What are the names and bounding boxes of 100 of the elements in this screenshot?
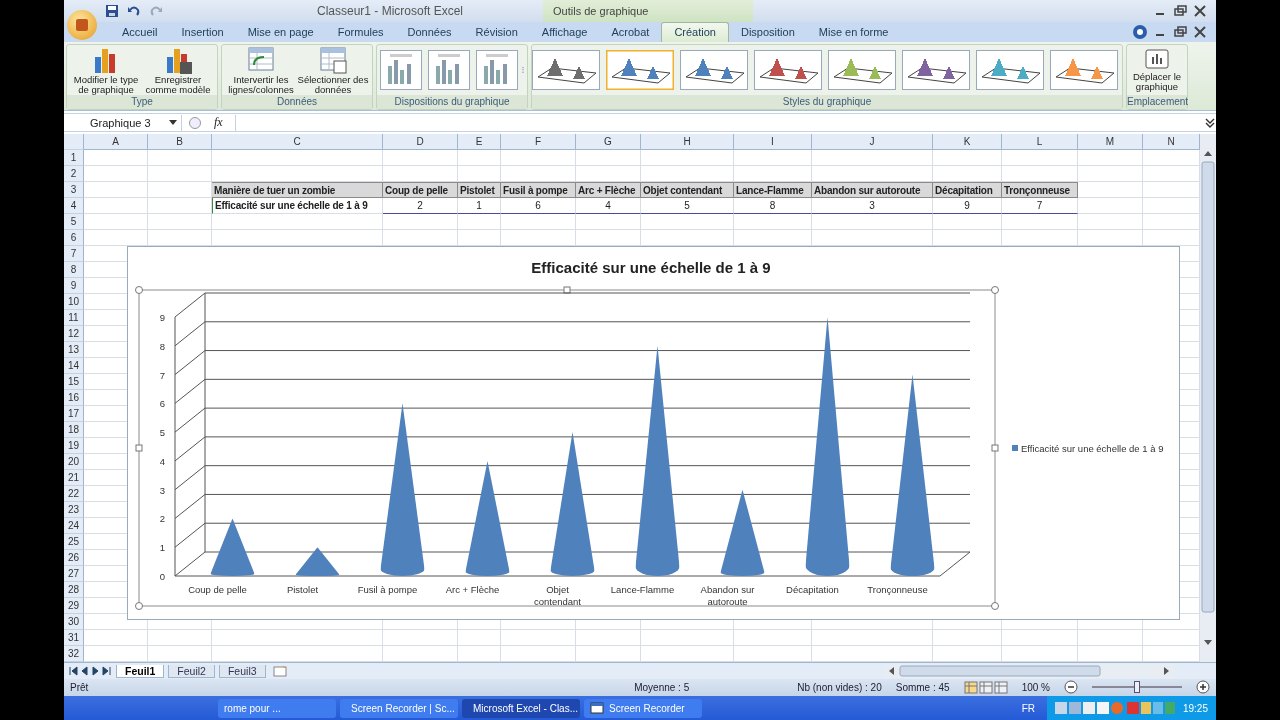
ribbon-tab[interactable]: Disposition [728, 23, 807, 42]
ribbon-tab[interactable]: Insertion [169, 23, 236, 42]
row-header[interactable]: 12 [64, 326, 84, 343]
chart-layout-thumbnail[interactable] [428, 50, 470, 90]
column-header[interactable]: H [641, 134, 734, 151]
chart-style-thumbnail[interactable] [754, 50, 822, 90]
view-button-icon[interactable] [978, 680, 993, 694]
taskbar-button[interactable]: rome pour ... [218, 698, 336, 718]
taskbar-button[interactable]: Microsoft Excel - Clas... [462, 698, 580, 718]
zoom-in-icon[interactable] [1196, 680, 1210, 695]
row-header[interactable]: 29 [64, 598, 84, 615]
tray-icons-drawing[interactable] [1054, 701, 1175, 715]
taskbar-button[interactable]: Screen Recorder [584, 698, 702, 718]
row-header[interactable]: 10 [64, 294, 84, 311]
row-header[interactable]: 22 [64, 486, 84, 503]
row-header[interactable]: 17 [64, 406, 84, 423]
column-header[interactable]: K [933, 134, 1002, 151]
column-header[interactable]: F [501, 134, 576, 151]
row-header[interactable]: 27 [64, 566, 84, 583]
row-header[interactable]: 14 [64, 358, 84, 375]
vertical-scrollbar[interactable] [1200, 134, 1216, 663]
taskbar-button[interactable]: Screen Recorder | Sc... [340, 698, 458, 718]
row-header[interactable]: 1 [64, 150, 84, 167]
column-header[interactable]: M [1078, 134, 1143, 151]
ribbon-button[interactable]: Intervertir les lignes/colonnes [225, 45, 297, 95]
chart-layout-thumbnail[interactable] [476, 50, 518, 90]
sheet-navigation-icon[interactable] [68, 665, 112, 677]
sheet-tab[interactable]: Feuil3 [218, 664, 266, 678]
row-header[interactable]: 8 [64, 262, 84, 279]
save-icon[interactable] [105, 4, 119, 18]
office-button[interactable] [67, 10, 97, 40]
column-header[interactable]: C [212, 134, 383, 151]
ribbon-tab[interactable]: Révision [463, 23, 530, 42]
row-header[interactable]: 3 [64, 182, 84, 199]
row-header[interactable]: 30 [64, 614, 84, 631]
row-header[interactable]: 18 [64, 422, 84, 439]
ribbon-tab[interactable]: Mise en page [235, 23, 326, 42]
undo-icon[interactable] [127, 4, 141, 18]
insert-function-button[interactable]: fx [208, 115, 229, 131]
row-header[interactable]: 6 [64, 230, 84, 247]
column-header[interactable]: A [84, 134, 148, 151]
sheet-tab[interactable]: Feuil2 [168, 664, 215, 678]
chart-style-thumbnail[interactable] [680, 50, 748, 90]
chart-style-thumbnail[interactable] [902, 50, 970, 90]
column-header[interactable]: D [383, 134, 458, 151]
view-button-icon[interactable] [993, 680, 1008, 694]
row-header[interactable]: 20 [64, 454, 84, 471]
ribbon-button[interactable]: Enregistrer comme modèle [142, 45, 214, 95]
row-header[interactable]: 11 [64, 310, 84, 327]
row-header[interactable]: 7 [64, 246, 84, 263]
restore-icon[interactable] [1172, 4, 1188, 18]
name-box[interactable]: Graphique 3 [64, 114, 182, 131]
row-header[interactable]: 13 [64, 342, 84, 359]
ribbon-button[interactable]: Sélectionner des données [297, 45, 369, 95]
zoom-out-icon[interactable] [1064, 680, 1078, 695]
column-header[interactable]: B [148, 134, 212, 151]
row-header[interactable]: 23 [64, 502, 84, 519]
close-icon[interactable] [1192, 25, 1208, 39]
ribbon-button[interactable]: Déplacer le graphique [1130, 48, 1184, 92]
sheet-tab[interactable]: Feuil1 [116, 664, 165, 678]
ribbon-button[interactable]: Modifier le type de graphique [70, 45, 142, 95]
column-header[interactable]: N [1143, 134, 1200, 151]
row-header[interactable]: 25 [64, 534, 84, 551]
row-header[interactable]: 26 [64, 550, 84, 567]
row-header[interactable]: 16 [64, 390, 84, 407]
ribbon-tab[interactable]: Accueil [110, 23, 170, 42]
row-header[interactable]: 4 [64, 198, 84, 215]
zoom-slider[interactable] [1134, 681, 1140, 694]
chart-style-thumbnail[interactable] [606, 50, 674, 90]
chart-style-thumbnail[interactable] [976, 50, 1044, 90]
language-indicator[interactable]: FR [1021, 702, 1035, 714]
row-header[interactable]: 15 [64, 374, 84, 391]
ribbon-tab[interactable]: Formules [325, 23, 396, 42]
view-button-icon[interactable] [963, 680, 978, 694]
column-header[interactable]: E [458, 134, 501, 151]
ribbon-tab[interactable]: Mise en forme [806, 23, 901, 42]
chart-style-thumbnail[interactable] [828, 50, 896, 90]
column-header[interactable]: L [1002, 134, 1078, 151]
chart-style-thumbnail[interactable] [532, 50, 600, 90]
row-header[interactable]: 21 [64, 470, 84, 487]
close-icon[interactable] [1192, 4, 1208, 18]
row-header[interactable]: 24 [64, 518, 84, 535]
ribbon-tab[interactable]: Données [395, 23, 464, 42]
row-header[interactable]: 32 [64, 646, 84, 663]
row-header[interactable]: 31 [64, 630, 84, 647]
column-header[interactable]: G [576, 134, 641, 151]
column-header[interactable]: J [812, 134, 933, 151]
row-header[interactable]: 19 [64, 438, 84, 455]
chart-style-thumbnail[interactable] [1050, 50, 1118, 90]
ribbon-tab[interactable]: Affichage [529, 23, 600, 42]
restore-icon[interactable] [1172, 25, 1188, 39]
row-header[interactable]: 2 [64, 166, 84, 183]
ribbon-tab[interactable]: Acrobat [599, 23, 662, 42]
row-header[interactable]: 28 [64, 582, 84, 599]
help-icon[interactable] [1132, 24, 1148, 40]
row-header[interactable]: 5 [64, 214, 84, 231]
column-header[interactable]: I [734, 134, 812, 151]
chart-layout-thumbnail[interactable] [380, 50, 422, 90]
ribbon-tab[interactable]: Création [661, 22, 729, 42]
chart-area[interactable] [127, 246, 1180, 621]
